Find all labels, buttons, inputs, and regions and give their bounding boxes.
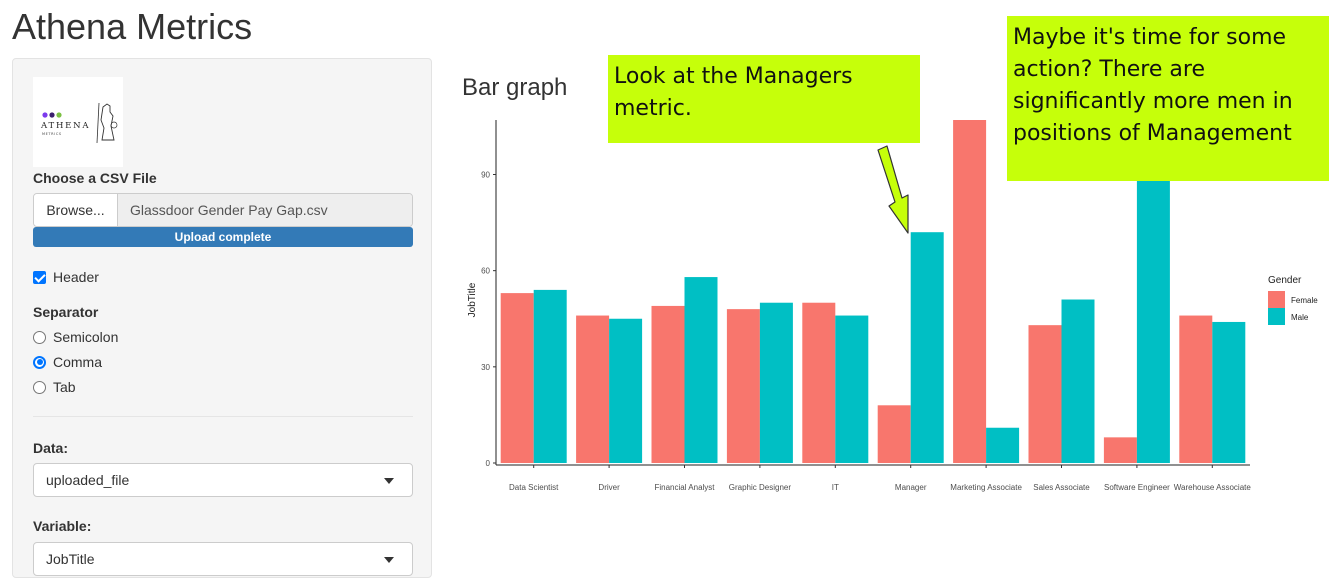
app-title: Athena Metrics bbox=[12, 6, 253, 47]
header-checkbox-label: Header bbox=[53, 269, 99, 285]
logo-graphic: ATHENA METRICS bbox=[40, 102, 118, 144]
browse-button[interactable]: Browse... bbox=[34, 194, 118, 226]
y-tick-label: 60 bbox=[481, 267, 490, 276]
bar-female bbox=[1028, 325, 1062, 463]
bar-female bbox=[651, 305, 685, 463]
chevron-down-icon bbox=[384, 557, 394, 563]
plot-title: Bar graph bbox=[462, 74, 568, 101]
callout-action: Maybe it's time for some action? There a… bbox=[1007, 16, 1329, 181]
header-checkbox[interactable]: Header bbox=[33, 269, 99, 285]
bar-female bbox=[500, 293, 534, 463]
bar-female bbox=[877, 405, 911, 463]
x-tick-label: Data Scientist bbox=[509, 483, 559, 492]
radio-unchecked-icon[interactable] bbox=[33, 330, 46, 344]
bar-male bbox=[1061, 299, 1095, 463]
x-tick-label: Financial Analyst bbox=[654, 483, 715, 492]
separator-option-label: Tab bbox=[53, 379, 76, 395]
bar-female bbox=[1103, 437, 1137, 463]
bar-female bbox=[953, 120, 987, 463]
separator-option-comma[interactable]: Comma bbox=[33, 354, 102, 370]
legend-swatch-female bbox=[1268, 291, 1285, 308]
logo-brand-text: ATHENA bbox=[40, 121, 90, 131]
bar-female bbox=[576, 315, 610, 463]
checkbox-checked-icon[interactable] bbox=[33, 270, 46, 284]
logo-sub-text: METRICS bbox=[42, 132, 62, 136]
separator-option-tab[interactable]: Tab bbox=[33, 379, 76, 395]
selected-filename: Glassdoor Gender Pay Gap.csv bbox=[118, 194, 412, 226]
bar-female bbox=[1179, 315, 1213, 463]
y-tick-label: 90 bbox=[481, 170, 490, 179]
bar-male bbox=[835, 315, 869, 463]
legend-swatch-male bbox=[1268, 308, 1285, 325]
separator-option-label: Semicolon bbox=[53, 329, 119, 345]
y-axis-label: JobTitle bbox=[467, 282, 478, 317]
x-tick-label: Manager bbox=[895, 483, 927, 492]
upload-progress-bar: Upload complete bbox=[33, 227, 413, 247]
variable-select[interactable]: JobTitle bbox=[33, 542, 413, 576]
x-tick-label: Software Engineer bbox=[1104, 483, 1170, 492]
legend-label: Male bbox=[1291, 313, 1309, 322]
bar-male bbox=[533, 289, 567, 463]
bar-male bbox=[986, 427, 1020, 463]
bar-male bbox=[684, 277, 718, 463]
variable-select-value: JobTitle bbox=[46, 551, 95, 567]
bar-male bbox=[910, 232, 944, 463]
y-tick-label: 0 bbox=[486, 459, 491, 468]
data-select-label: Data: bbox=[33, 440, 69, 456]
y-tick-label: 30 bbox=[481, 363, 490, 372]
x-tick-label: Graphic Designer bbox=[729, 483, 792, 492]
arrow-down-icon bbox=[877, 145, 909, 234]
x-tick-label: Warehouse Associate bbox=[1174, 483, 1252, 492]
separator-option-label: Comma bbox=[53, 354, 103, 370]
variable-select-label: Variable: bbox=[33, 518, 92, 534]
sidebar-panel: ATHENA METRICS Choose a CSV File Browse.… bbox=[12, 58, 432, 578]
data-select[interactable]: uploaded_file bbox=[33, 463, 413, 497]
legend-title: Gender bbox=[1268, 275, 1302, 286]
separator-label: Separator bbox=[33, 304, 99, 320]
bar-male bbox=[609, 318, 643, 463]
upload-progress-fill: Upload complete bbox=[33, 227, 413, 247]
radio-unchecked-icon[interactable] bbox=[33, 380, 46, 394]
bar-female bbox=[802, 302, 836, 463]
data-select-value: uploaded_file bbox=[46, 472, 130, 488]
x-tick-label: Driver bbox=[598, 483, 620, 492]
athena-logo: ATHENA METRICS bbox=[33, 77, 123, 167]
x-tick-label: Marketing Associate bbox=[950, 483, 1022, 492]
file-input: Browse... Glassdoor Gender Pay Gap.csv bbox=[33, 193, 413, 227]
callout-managers: Look at the Managers metric. bbox=[608, 55, 920, 143]
chevron-down-icon bbox=[384, 478, 394, 484]
sidebar-divider bbox=[33, 416, 413, 417]
x-tick-label: IT bbox=[832, 483, 839, 492]
bar-male bbox=[1212, 321, 1246, 463]
bar-male bbox=[759, 302, 793, 463]
file-input-label: Choose a CSV File bbox=[33, 170, 157, 186]
separator-option-semicolon[interactable]: Semicolon bbox=[33, 329, 118, 345]
x-tick-label: Sales Associate bbox=[1033, 483, 1090, 492]
radio-checked-icon[interactable] bbox=[33, 355, 46, 369]
legend-label: Female bbox=[1291, 296, 1318, 305]
bar-female bbox=[726, 309, 760, 463]
